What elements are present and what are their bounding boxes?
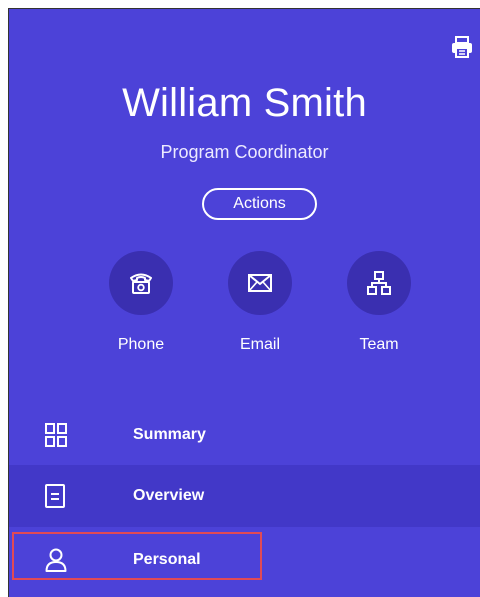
summary-grid-icon (45, 423, 67, 447)
nav-label-overview: Overview (133, 487, 205, 504)
personal-highlight-box (12, 532, 262, 580)
phone-label: Phone (117, 336, 165, 353)
phone-icon (109, 251, 173, 315)
phone-button[interactable]: Phone (86, 251, 196, 354)
team-button[interactable]: Team (324, 251, 434, 354)
team-icon (347, 251, 411, 315)
profile-title: Program Coordinator (160, 142, 329, 162)
profile-name: William Smith (122, 81, 367, 125)
nav-label-summary: Summary (133, 426, 206, 443)
print-icon[interactable] (448, 33, 476, 61)
document-icon (45, 484, 65, 508)
team-label: Team (359, 336, 399, 353)
nav-item-overview[interactable]: Overview (9, 465, 480, 527)
actions-button[interactable]: Actions (202, 188, 317, 220)
email-label: Email (239, 336, 280, 353)
nav-item-summary[interactable]: Summary (9, 404, 480, 466)
email-button[interactable]: Email (205, 251, 315, 354)
profile-panel: William Smith Program Coordinator Action… (8, 8, 480, 597)
email-icon (228, 251, 292, 315)
